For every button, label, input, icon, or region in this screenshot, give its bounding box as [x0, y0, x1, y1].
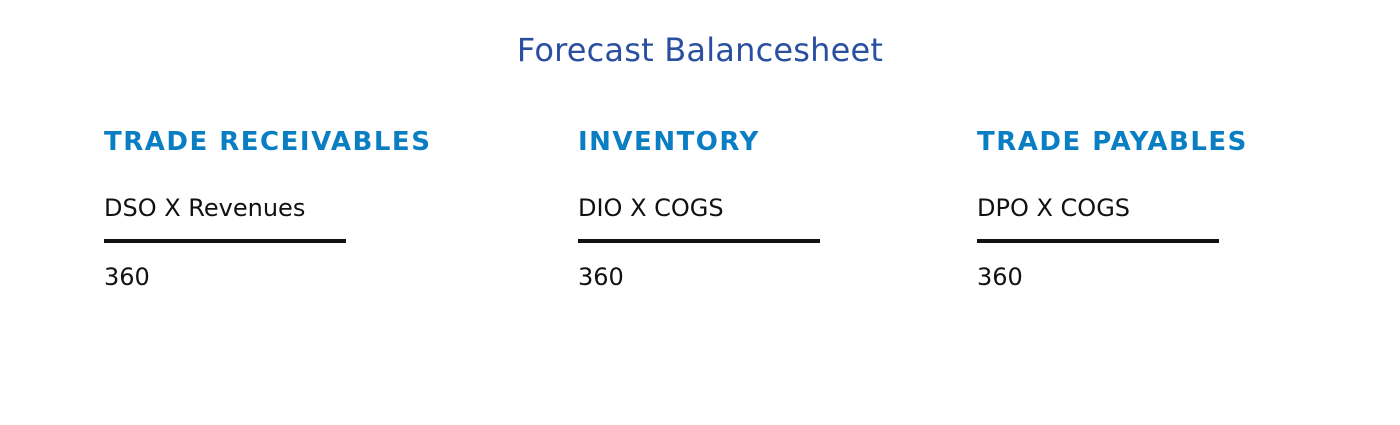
fraction-bar [977, 239, 1219, 243]
fraction-bar [104, 239, 346, 243]
formula-denominator: 360 [104, 263, 150, 291]
formula-numerator: DIO X COGS [578, 194, 724, 222]
block-heading: Trade Receivables [104, 127, 432, 157]
block-heading: Trade Payables [977, 127, 1248, 157]
formula-block-inventory: Inventory DIO X COGS 360 [578, 124, 908, 293]
formula-denominator: 360 [578, 263, 624, 291]
formula-numerator: DPO X COGS [977, 194, 1131, 222]
formula-block-trade-receivables: Trade Receivables DSO X Revenues 360 [104, 124, 434, 293]
formula-block-trade-payables: Trade Payables DPO X COGS 360 [977, 124, 1307, 293]
block-heading: Inventory [578, 127, 760, 157]
formula-numerator: DSO X Revenues [104, 194, 306, 222]
page-title: Forecast Balancesheet [516, 31, 884, 69]
fraction-bar [578, 239, 820, 243]
formula-denominator: 360 [977, 263, 1023, 291]
